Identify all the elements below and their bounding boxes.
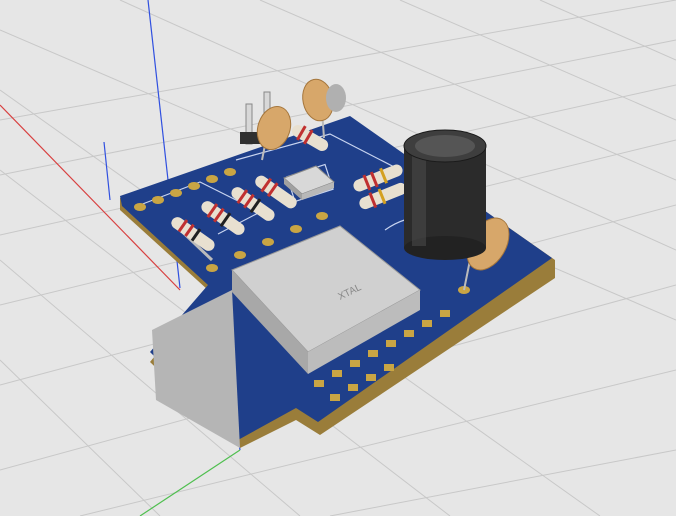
3d-viewport[interactable]: XTAL	[0, 0, 676, 516]
z-axis-secondary-line	[103, 141, 111, 201]
y-axis-line	[139, 449, 241, 516]
scene[interactable]: XTAL	[0, 0, 676, 516]
electrolytic-capacitor[interactable]	[403, 129, 487, 260]
